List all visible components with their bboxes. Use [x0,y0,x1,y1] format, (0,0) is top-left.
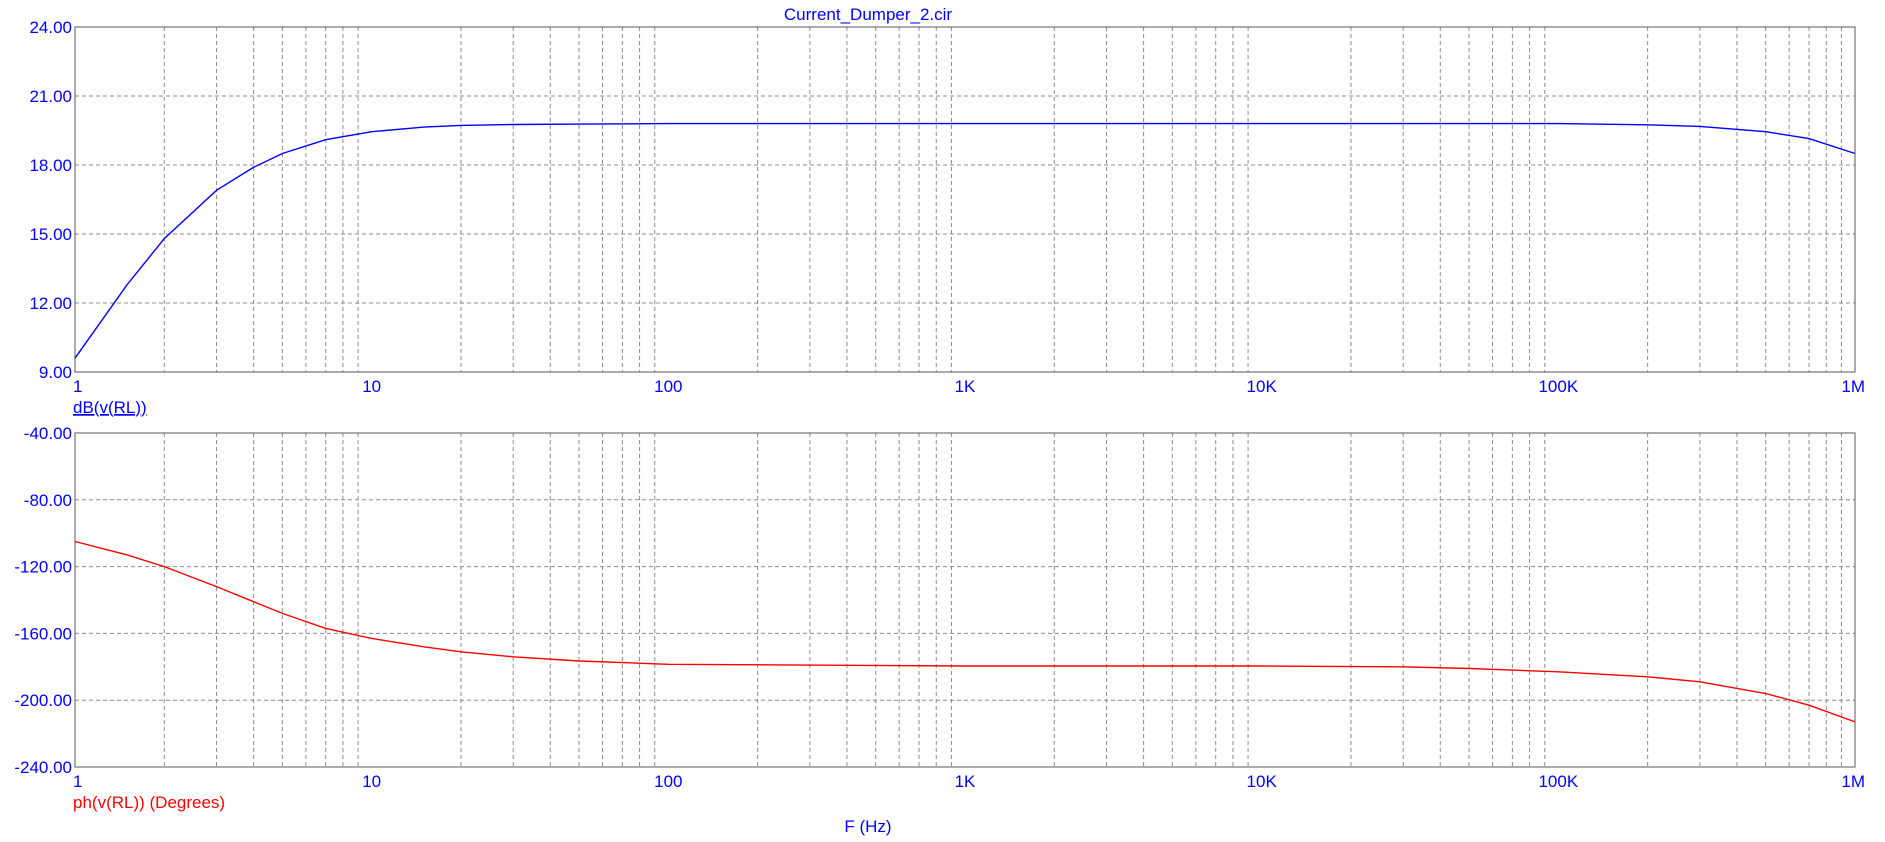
x-tick-label: 1 [73,377,82,396]
magnitude-series-label: dB(v(RL)) [73,398,147,417]
phase-series-label: ph(v(RL)) (Degrees) [73,793,225,812]
x-tick-label: 10 [362,377,381,396]
y-tick-label: 15.00 [29,225,72,244]
y-tick-label: -200.00 [14,691,72,710]
y-tick-label: 24.00 [29,18,72,37]
x-tick-label: 10K [1247,377,1278,396]
x-tick-label: 10 [362,772,381,791]
chart-title: Current_Dumper_2.cir [784,5,953,24]
x-tick-label: 1K [955,377,976,396]
x-tick-label: 1 [73,772,82,791]
phase-panel: -240.00 -200.00 -160.00 -120.00 -80.00 -40.00… [14,424,1865,791]
y-tick-label: 21.00 [29,87,72,106]
x-tick-label: 1K [955,772,976,791]
x-tick-label: 10K [1247,772,1278,791]
x-tick-label: 100K [1538,772,1578,791]
plot-frame [74,26,1856,373]
y-tick-label: -40.00 [24,424,72,443]
x-tick-label: 1M [1841,377,1865,396]
plot-frame [74,432,1856,768]
y-tick-label: 12.00 [29,294,72,313]
series-line [74,540,1856,723]
x-tick-label: 1M [1841,772,1865,791]
y-tick-label: 18.00 [29,156,72,175]
y-tick-label: 9.00 [39,363,72,382]
x-tick-label: 100 [654,377,682,396]
magnitude-panel: 9.00 12.00 15.00 18.00 21.00 24.00 1 10 100 1K 10K… [29,18,1865,396]
x-tick-label: 100 [654,772,682,791]
x-tick-label: 100K [1538,377,1578,396]
y-tick-label: -240.00 [14,758,72,777]
x-axis-label: F (Hz) [844,817,891,836]
bode-plot: Current_Dumper_2.cir 9.00 12.00 15.00 18.00… [14,5,1865,836]
series-line [74,122,1856,359]
y-tick-label: -160.00 [14,624,72,643]
y-tick-label: -120.00 [14,558,72,577]
y-tick-label: -80.00 [24,491,72,510]
